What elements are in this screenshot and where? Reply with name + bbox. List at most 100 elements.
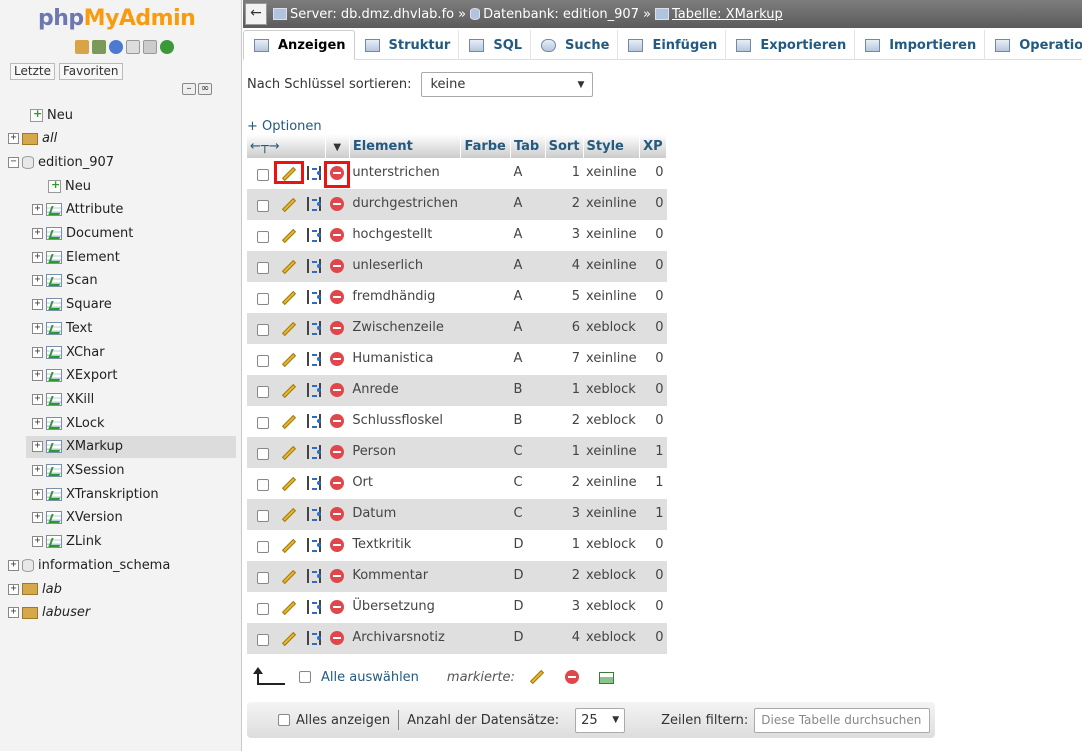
recent-tables-button[interactable]: Letzte (10, 63, 55, 80)
cell-farbe[interactable] (460, 189, 511, 220)
cell-xp[interactable]: 1 (639, 437, 667, 468)
edit-row-button[interactable] (278, 568, 300, 585)
column-menu-header[interactable]: ▼ (325, 134, 350, 158)
expand-icon[interactable]: + (32, 536, 43, 548)
cell-farbe[interactable] (460, 530, 511, 561)
tree-item-xlock[interactable]: + XLock (32, 412, 105, 434)
delete-row-button[interactable] (328, 444, 346, 463)
delete-row-button[interactable] (328, 320, 346, 339)
edit-row-button[interactable] (278, 475, 300, 492)
tree-item-lab[interactable]: + lab (8, 578, 62, 600)
tree-item-xversion[interactable]: + XVersion (32, 507, 123, 529)
cell-xp[interactable]: 0 (639, 592, 667, 623)
copy-icon[interactable] (307, 290, 322, 304)
help-icon[interactable] (109, 40, 123, 54)
link-icon[interactable]: ∞ (198, 83, 212, 95)
tab-suche[interactable]: Suche (531, 30, 619, 60)
cell-tab[interactable]: C (510, 437, 546, 468)
expand-icon[interactable]: + (32, 346, 43, 358)
breadcrumb-table[interactable]: Tabelle: XMarkup (672, 7, 783, 22)
edit-row-button[interactable] (278, 444, 300, 461)
cell-element[interactable]: Übersetzung (349, 592, 461, 623)
expand-icon[interactable]: + (8, 559, 19, 571)
copy-icon[interactable] (307, 383, 322, 397)
row-checkbox[interactable] (257, 417, 269, 429)
expand-icon[interactable]: + (32, 417, 43, 429)
cell-xp[interactable]: 0 (639, 375, 667, 406)
col-header-sort[interactable]: Sort (545, 134, 584, 158)
cell-style[interactable]: xeinline (583, 220, 640, 251)
cell-style[interactable]: xeinline (583, 189, 640, 220)
cell-tab[interactable]: A (510, 220, 546, 251)
cell-xp[interactable]: 0 (639, 220, 667, 251)
edit-row-button[interactable] (278, 630, 300, 647)
row-checkbox[interactable] (257, 541, 269, 553)
copy-icon[interactable] (307, 166, 322, 180)
edit-row-button[interactable] (278, 320, 300, 337)
phpmyadmin-logo[interactable]: phpMyAdmin (38, 6, 196, 31)
cell-sort[interactable]: 1 (545, 375, 584, 406)
copy-icon[interactable] (307, 228, 322, 242)
cell-farbe[interactable] (460, 220, 511, 251)
cell-style[interactable]: xeblock (583, 623, 640, 654)
cell-style[interactable]: xeinline (583, 437, 640, 468)
cell-element[interactable]: Zwischenzeile (349, 313, 461, 344)
show-all-label[interactable]: Alles anzeigen (296, 713, 390, 728)
cell-farbe[interactable] (460, 592, 511, 623)
select-all-link[interactable]: Alle auswählen (321, 670, 419, 685)
cell-element[interactable]: Anrede (349, 375, 461, 406)
cell-farbe[interactable] (460, 375, 511, 406)
cell-tab[interactable]: C (510, 468, 546, 499)
select-all-checkbox[interactable] (299, 671, 311, 683)
cell-tab[interactable]: C (510, 499, 546, 530)
tree-item-xtranskription[interactable]: + XTranskription (32, 483, 159, 505)
row-checkbox[interactable] (257, 510, 269, 522)
cell-farbe[interactable] (460, 406, 511, 437)
row-checkbox[interactable] (257, 355, 269, 367)
docs-icon[interactable] (126, 40, 140, 54)
cell-sort[interactable]: 1 (545, 158, 584, 189)
delete-row-button[interactable] (328, 258, 346, 277)
cell-sort[interactable]: 2 (545, 406, 584, 437)
home-icon[interactable] (75, 40, 89, 54)
cell-farbe[interactable] (460, 468, 511, 499)
tree-item-zlink[interactable]: + ZLink (32, 531, 102, 553)
row-checkbox[interactable] (257, 448, 269, 460)
cell-sort[interactable]: 2 (545, 561, 584, 592)
copy-icon[interactable] (307, 600, 322, 614)
delete-row-button[interactable] (328, 506, 346, 525)
cell-xp[interactable]: 0 (639, 406, 667, 437)
expand-icon[interactable]: + (32, 512, 43, 524)
cell-farbe[interactable] (460, 313, 511, 344)
filter-rows-input[interactable]: Diese Tabelle durchsuchen (754, 707, 931, 733)
tab-einfuegen[interactable]: Einfügen (618, 30, 727, 60)
expand-icon[interactable]: + (8, 607, 19, 619)
cell-farbe[interactable] (460, 282, 511, 313)
expand-icon[interactable]: + (32, 322, 43, 334)
delete-row-button[interactable] (328, 351, 346, 370)
copy-icon[interactable] (307, 476, 322, 490)
tab-operationen[interactable]: Operationen (985, 30, 1082, 60)
tree-item-all[interactable]: + all (8, 128, 57, 150)
tree-item-attribute[interactable]: + Attribute (32, 199, 123, 221)
cell-style[interactable]: xeinline (583, 158, 640, 189)
cell-sort[interactable]: 3 (545, 220, 584, 251)
expand-icon[interactable]: + (32, 275, 43, 287)
cell-tab[interactable]: A (510, 189, 546, 220)
cell-xp[interactable]: 0 (639, 344, 667, 375)
column-resize-header[interactable]: ←┬→ (247, 134, 326, 158)
expand-icon[interactable]: + (32, 370, 43, 382)
delete-row-button[interactable] (328, 289, 346, 308)
copy-icon[interactable] (307, 569, 322, 583)
delete-row-button[interactable] (328, 537, 346, 556)
copy-icon[interactable] (307, 321, 322, 335)
cell-sort[interactable]: 1 (545, 530, 584, 561)
row-checkbox[interactable] (257, 293, 269, 305)
cell-element[interactable]: Datum (349, 499, 461, 530)
edit-row-button[interactable] (278, 351, 300, 368)
pencil-icon[interactable] (529, 669, 544, 685)
column-arrows-icon[interactable]: ←┬→ (250, 139, 280, 154)
tab-sql[interactable]: SQL (459, 30, 532, 60)
cell-style[interactable]: xeblock (583, 561, 640, 592)
cell-element[interactable]: Textkritik (349, 530, 461, 561)
